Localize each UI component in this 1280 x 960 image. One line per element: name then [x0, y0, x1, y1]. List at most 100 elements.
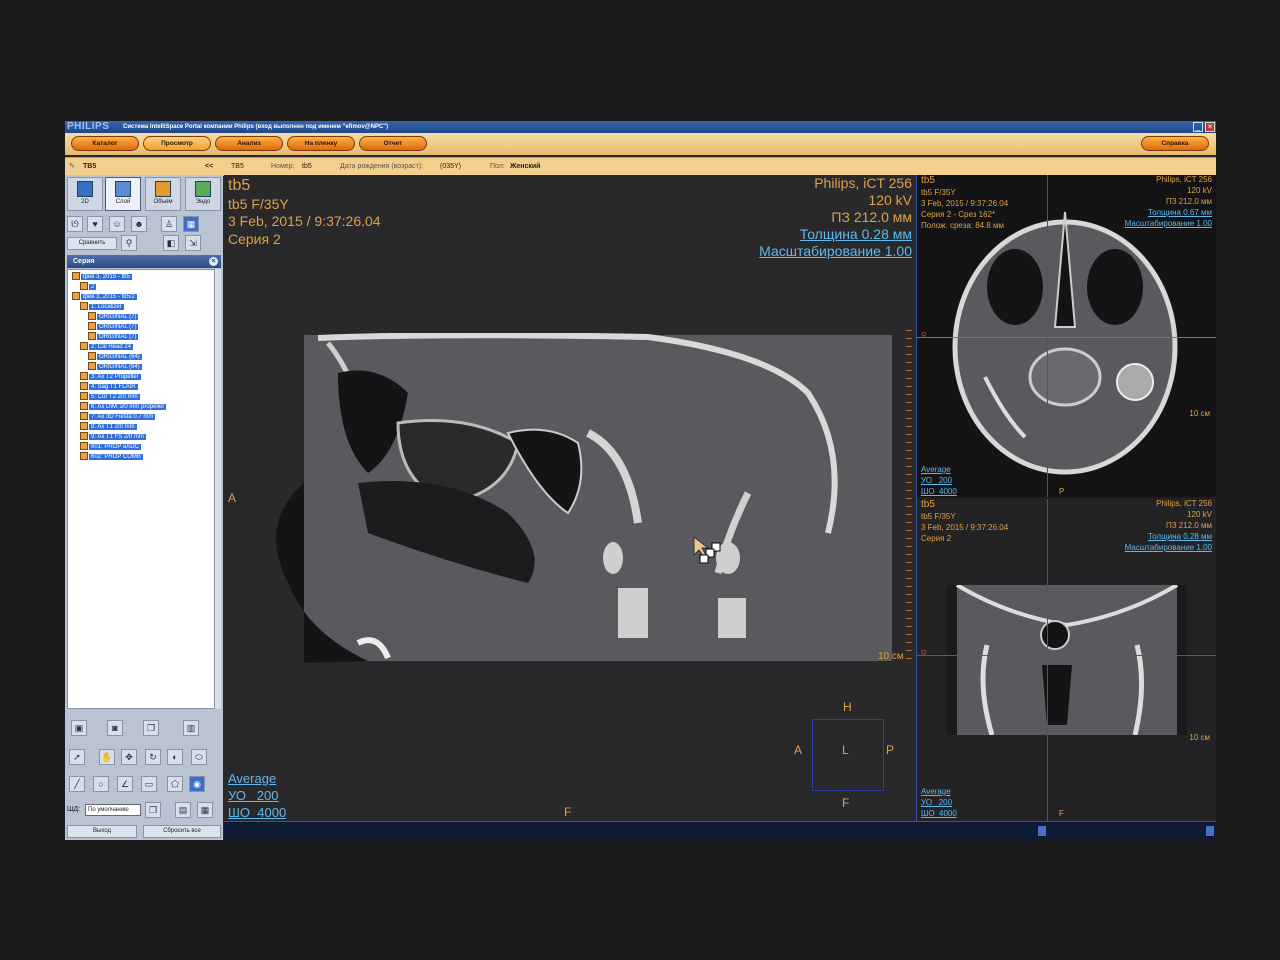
coronal-window-level[interactable]: УО 200: [921, 798, 952, 807]
series-tree-item[interactable]: ORIGINAL (7): [88, 312, 139, 321]
series-tree-label: 4: Sag T1 FLAIR: [89, 383, 138, 390]
series-tree-item[interactable]: фев 3, 2015 - tb5/2: [72, 292, 137, 301]
series-icon: [88, 322, 96, 330]
coronal-thickness[interactable]: Толщина 0.28 мм: [1148, 532, 1212, 541]
head-icon[interactable]: ☺: [109, 216, 125, 232]
mode-endo-button[interactable]: Эндо: [185, 177, 221, 211]
save-icon[interactable]: ▣: [71, 720, 87, 736]
series-tree-item[interactable]: 8: Ax T1 2/0 mm: [80, 422, 137, 431]
pin-icon[interactable]: ✎: [69, 158, 75, 176]
main-window-width[interactable]: ШО 4000: [228, 805, 286, 820]
coronal-render-mode[interactable]: Average: [921, 787, 951, 796]
coronal-window-width[interactable]: ШО 4000: [921, 809, 957, 818]
window-tool-icon[interactable]: ◐: [167, 749, 183, 765]
tab-catalog[interactable]: Каталог: [71, 136, 139, 151]
series-tree-item[interactable]: 602: PROP COMB: [80, 452, 143, 461]
layout-icon[interactable]: ▦: [183, 216, 199, 232]
compare-button[interactable]: Сравнить: [67, 237, 117, 250]
series-tree-item[interactable]: ORIGINAL (64): [88, 352, 142, 361]
main-thickness[interactable]: Толщина 0.28 мм: [800, 226, 912, 242]
tab-analysis[interactable]: Анализ: [215, 136, 283, 151]
axial-window-level[interactable]: УО 200: [921, 476, 952, 485]
series-tree-item[interactable]: ORIGINAL (64): [88, 362, 142, 371]
coronal-sex-age: tb5 F/35Y: [921, 512, 956, 521]
lungs-icon[interactable]: ᘎ: [67, 216, 83, 232]
mode-volume-button[interactable]: Объем: [145, 177, 181, 211]
coronal-patient: tb5: [921, 499, 935, 510]
close-window-icon[interactable]: ×: [1205, 122, 1215, 132]
series-icon: [80, 302, 88, 310]
axial-thickness[interactable]: Толщина 0.67 мм: [1148, 208, 1212, 217]
help-button[interactable]: Справка: [1141, 136, 1209, 151]
series-icon: [80, 432, 88, 440]
series-tree-item[interactable]: ORIGINAL (7): [88, 322, 139, 331]
export-icon[interactable]: ⇲: [185, 235, 201, 251]
exit-button[interactable]: Выход: [67, 825, 137, 838]
zoom-tool-icon[interactable]: ✥: [121, 749, 137, 765]
ellipse-tool-icon[interactable]: ○: [93, 776, 109, 792]
skull-icon[interactable]: ☻: [131, 216, 147, 232]
eraser-tool-icon[interactable]: ⬭: [191, 749, 207, 765]
link-icon[interactable]: ⚲: [121, 235, 137, 251]
reset-all-button[interactable]: Сбросить все: [143, 825, 221, 838]
preset-copy-icon[interactable]: ❐: [145, 802, 161, 818]
series-tree-item[interactable]: 4: Sag T1 FLAIR: [80, 382, 138, 391]
series-tree-item[interactable]: фев 3, 2015 - tb5: [72, 272, 132, 281]
wl-preset-select[interactable]: По умолчанию: [85, 804, 141, 816]
mode-2d-button[interactable]: 2D: [67, 177, 103, 211]
tab-report[interactable]: Отчет: [359, 136, 427, 151]
axial-zoom[interactable]: Масштабирование 1.00: [1125, 219, 1212, 228]
status-scroll-up-icon[interactable]: [1038, 826, 1046, 836]
polygon-tool-icon[interactable]: ⬠: [167, 776, 183, 792]
mode-slab-button[interactable]: Слой: [105, 177, 141, 211]
axial-render-mode[interactable]: Average: [921, 465, 951, 474]
series-tree-item[interactable]: 601: PROP aADC: [80, 442, 141, 451]
series-tree-item[interactable]: ORIGINAL (7): [88, 332, 139, 341]
book-icon[interactable]: ▥: [183, 720, 199, 736]
series-tree-item[interactable]: 3: Ax T2 Propeller: [80, 372, 141, 381]
camera-icon[interactable]: ◙: [107, 720, 123, 736]
collapse-panel-button[interactable]: <<: [205, 158, 213, 176]
status-scroll-right-icon[interactable]: [1206, 826, 1214, 836]
sagittal-viewport[interactable]: tb5 tb5 F/35Y 3 Feb, 2015 / 9:37:26.04 С…: [224, 175, 917, 821]
tab-view[interactable]: Просмотр: [143, 136, 211, 151]
title-bar: PHILIPS Система IntelliSpace Portal комп…: [65, 121, 1216, 133]
circle-roi-icon[interactable]: ◉: [189, 776, 205, 792]
series-tree-item[interactable]: 5: Cor T2 2/0 mm: [80, 392, 140, 401]
body-icon[interactable]: ♙: [161, 216, 177, 232]
coronal-zoom[interactable]: Масштабирование 1.00: [1125, 543, 1212, 552]
ruler-tool-icon[interactable]: ▭: [141, 776, 157, 792]
series-tree-item[interactable]: 9: Ax T1 FS 2/0 mm: [80, 432, 146, 441]
series-icon: [88, 352, 96, 360]
axial-viewport[interactable]: tb5 tb5 F/35Y 3 Feb, 2015 / 9:37:26.04 С…: [917, 175, 1216, 497]
preset-save-icon[interactable]: ▤: [175, 802, 191, 818]
cubes-icon[interactable]: ◧: [163, 235, 179, 251]
cube-label-bottom: F: [842, 796, 850, 810]
axial-window-width[interactable]: ШО 4000: [921, 487, 957, 496]
pointer-tool-icon[interactable]: ➚: [69, 749, 85, 765]
axial-crosshair-horizontal: [917, 337, 1216, 338]
preset-grid-icon[interactable]: ▦: [197, 802, 213, 818]
series-tree-item[interactable]: 2: Cal Head 24: [80, 342, 134, 351]
coronal-viewport[interactable]: tb5 tb5 F/35Y 3 Feb, 2015 / 9:37:26.04 С…: [917, 499, 1216, 821]
series-tree-item[interactable]: 1: Localizer: [80, 302, 124, 311]
main-window-level[interactable]: УО 200: [228, 788, 278, 803]
main-zoom[interactable]: Масштабирование 1.00: [759, 243, 912, 259]
close-icon[interactable]: ×: [209, 257, 218, 266]
series-tree-item[interactable]: 6: Ax DWI 3/0 mm propeller: [80, 402, 167, 411]
series-scrollbar[interactable]: [215, 269, 221, 709]
rotate-tool-icon[interactable]: ↻: [145, 749, 161, 765]
main-render-mode[interactable]: Average: [228, 771, 276, 786]
tab-film[interactable]: На пленку: [287, 136, 355, 151]
coronal-ct-image: [947, 585, 1187, 735]
minimize-icon[interactable]: _: [1193, 122, 1203, 132]
heart-icon[interactable]: ♥: [87, 216, 103, 232]
series-tree-item[interactable]: 2: [80, 282, 97, 291]
pan-tool-icon[interactable]: ✋: [99, 749, 115, 765]
series-tree-item[interactable]: 7: Ax 3D Fiesta 0.7 mm: [80, 412, 156, 421]
copy-icon[interactable]: ❐: [143, 720, 159, 736]
main-fov: ПЗ 212.0 мм: [831, 209, 912, 225]
angle-tool-icon[interactable]: ∠: [117, 776, 133, 792]
series-tree: фев 3, 2015 - tb5 2 фев 3, 2015 - tb5/2 1: …: [67, 269, 215, 709]
line-tool-icon[interactable]: ╱: [69, 776, 85, 792]
